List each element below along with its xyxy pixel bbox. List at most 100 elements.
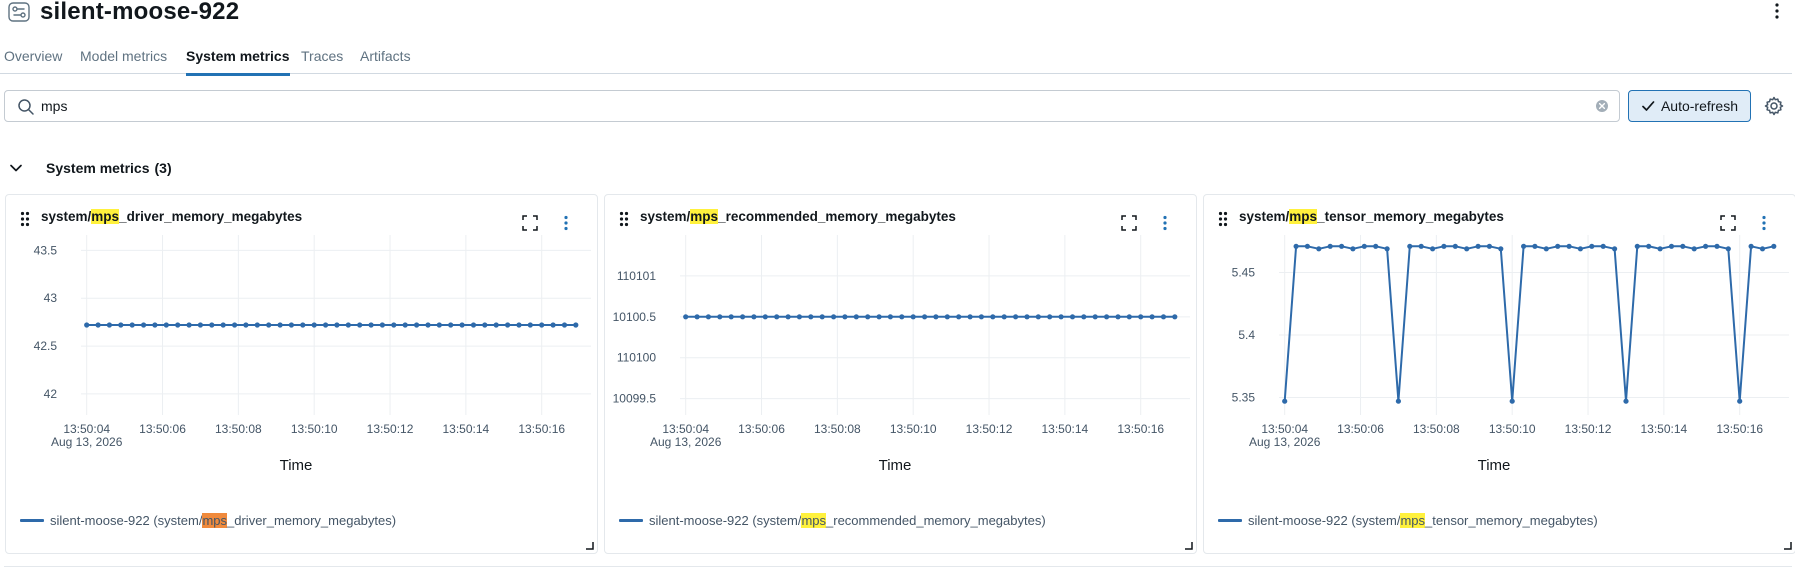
data-point[interactable] <box>1160 314 1167 320</box>
data-point[interactable] <box>853 314 859 320</box>
data-point[interactable] <box>796 314 802 320</box>
data-point[interactable] <box>1657 246 1663 252</box>
data-point[interactable] <box>1035 314 1041 320</box>
data-point[interactable] <box>345 322 351 328</box>
data-point[interactable] <box>357 322 363 328</box>
data-point[interactable] <box>683 314 689 320</box>
resize-handle-icon[interactable] <box>586 542 594 550</box>
data-point[interactable] <box>470 322 477 328</box>
data-point[interactable] <box>334 322 340 328</box>
data-point[interactable] <box>728 314 734 320</box>
data-point[interactable] <box>1013 314 1019 320</box>
data-point[interactable] <box>1498 246 1504 252</box>
drag-handle-icon[interactable] <box>1218 211 1228 227</box>
data-point[interactable] <box>1543 246 1549 252</box>
tab-overview[interactable]: Overview <box>4 48 62 74</box>
data-point[interactable] <box>876 314 882 320</box>
chart-menu-icon[interactable] <box>1162 215 1168 231</box>
section-header[interactable]: System metrics (3) <box>8 156 172 180</box>
data-point[interactable] <box>831 314 837 320</box>
data-point[interactable] <box>311 322 317 328</box>
data-point[interactable] <box>865 314 871 320</box>
line-chart[interactable]: 13:50:04Aug 13, 2026 13:50:06 13:50:08 13:5… <box>6 235 599 505</box>
search-input[interactable] <box>41 96 1581 116</box>
data-point[interactable] <box>808 314 814 320</box>
data-point[interactable] <box>717 314 723 320</box>
drag-handle-icon[interactable] <box>619 211 629 227</box>
tab-artifacts[interactable]: Artifacts <box>360 48 411 74</box>
data-point[interactable] <box>527 322 533 328</box>
data-point[interactable] <box>1350 246 1356 252</box>
data-point[interactable] <box>785 314 791 320</box>
data-point[interactable] <box>277 322 283 328</box>
data-point[interactable] <box>1555 243 1561 249</box>
data-point[interactable] <box>990 314 996 320</box>
data-point[interactable] <box>1703 243 1709 249</box>
data-point[interactable] <box>1680 243 1686 249</box>
data-point[interactable] <box>493 322 499 328</box>
data-point[interactable] <box>1612 246 1618 252</box>
data-point[interactable] <box>482 322 488 328</box>
data-point[interactable] <box>956 314 962 320</box>
data-point[interactable] <box>967 314 973 320</box>
data-point[interactable] <box>899 314 905 320</box>
auto-refresh-button[interactable]: Auto-refresh <box>1628 90 1751 122</box>
chevron-down-icon[interactable] <box>8 160 24 176</box>
data-point[interactable] <box>1172 314 1178 320</box>
data-point[interactable] <box>1759 246 1766 252</box>
data-point[interactable] <box>505 322 511 328</box>
data-point[interactable] <box>922 314 928 320</box>
clear-icon[interactable] <box>1595 99 1609 113</box>
line-chart[interactable]: 13:50:04Aug 13, 2026 13:50:06 13:50:08 13:5… <box>605 235 1198 505</box>
data-point[interactable] <box>1138 314 1144 320</box>
data-point[interactable] <box>152 322 158 328</box>
resize-handle-icon[interactable] <box>1784 542 1792 550</box>
data-point[interactable] <box>1725 246 1731 252</box>
data-point[interactable] <box>1058 314 1064 320</box>
data-point[interactable] <box>84 322 90 328</box>
kebab-menu-icon[interactable] <box>1773 2 1781 20</box>
data-point[interactable] <box>209 322 215 328</box>
data-point[interactable] <box>842 314 848 320</box>
data-point[interactable] <box>1532 243 1538 249</box>
data-point[interactable] <box>762 314 768 320</box>
data-point[interactable] <box>887 314 893 320</box>
data-point[interactable] <box>1339 243 1345 249</box>
tab-traces[interactable]: Traces <box>301 48 343 74</box>
data-point[interactable] <box>288 322 294 328</box>
data-point[interactable] <box>1589 243 1595 249</box>
data-point[interactable] <box>910 314 916 320</box>
data-point[interactable] <box>141 322 147 328</box>
data-point[interactable] <box>1577 246 1583 252</box>
data-point[interactable] <box>933 314 939 320</box>
expand-icon[interactable] <box>1720 215 1736 231</box>
data-point[interactable] <box>1104 314 1110 320</box>
data-point[interactable] <box>1475 243 1481 249</box>
series-line[interactable] <box>1283 245 1775 403</box>
data-point[interactable] <box>1623 398 1629 404</box>
data-point[interactable] <box>819 314 825 320</box>
data-point[interactable] <box>1384 246 1390 252</box>
data-point[interactable] <box>129 322 135 328</box>
chart-legend[interactable]: silent-moose-922 (system/mps _tensor_memo… <box>1218 513 1598 528</box>
data-point[interactable] <box>448 322 454 328</box>
data-point[interactable] <box>1441 243 1447 249</box>
data-point[interactable] <box>95 322 101 328</box>
data-point[interactable] <box>1668 243 1675 249</box>
data-point[interactable] <box>1737 398 1743 404</box>
data-point[interactable] <box>220 322 226 328</box>
data-point[interactable] <box>1047 314 1053 320</box>
data-point[interactable] <box>197 322 203 328</box>
drag-handle-icon[interactable] <box>20 211 30 227</box>
data-point[interactable] <box>379 322 385 328</box>
data-point[interactable] <box>1407 243 1413 249</box>
data-point[interactable] <box>751 314 757 320</box>
data-point[interactable] <box>1001 314 1007 320</box>
data-point[interactable] <box>1327 243 1333 249</box>
data-point[interactable] <box>1691 246 1697 252</box>
data-point[interactable] <box>300 322 306 328</box>
data-point[interactable] <box>1486 243 1492 249</box>
data-point[interactable] <box>1748 243 1754 249</box>
expand-icon[interactable] <box>522 215 538 231</box>
data-point[interactable] <box>1081 314 1087 320</box>
